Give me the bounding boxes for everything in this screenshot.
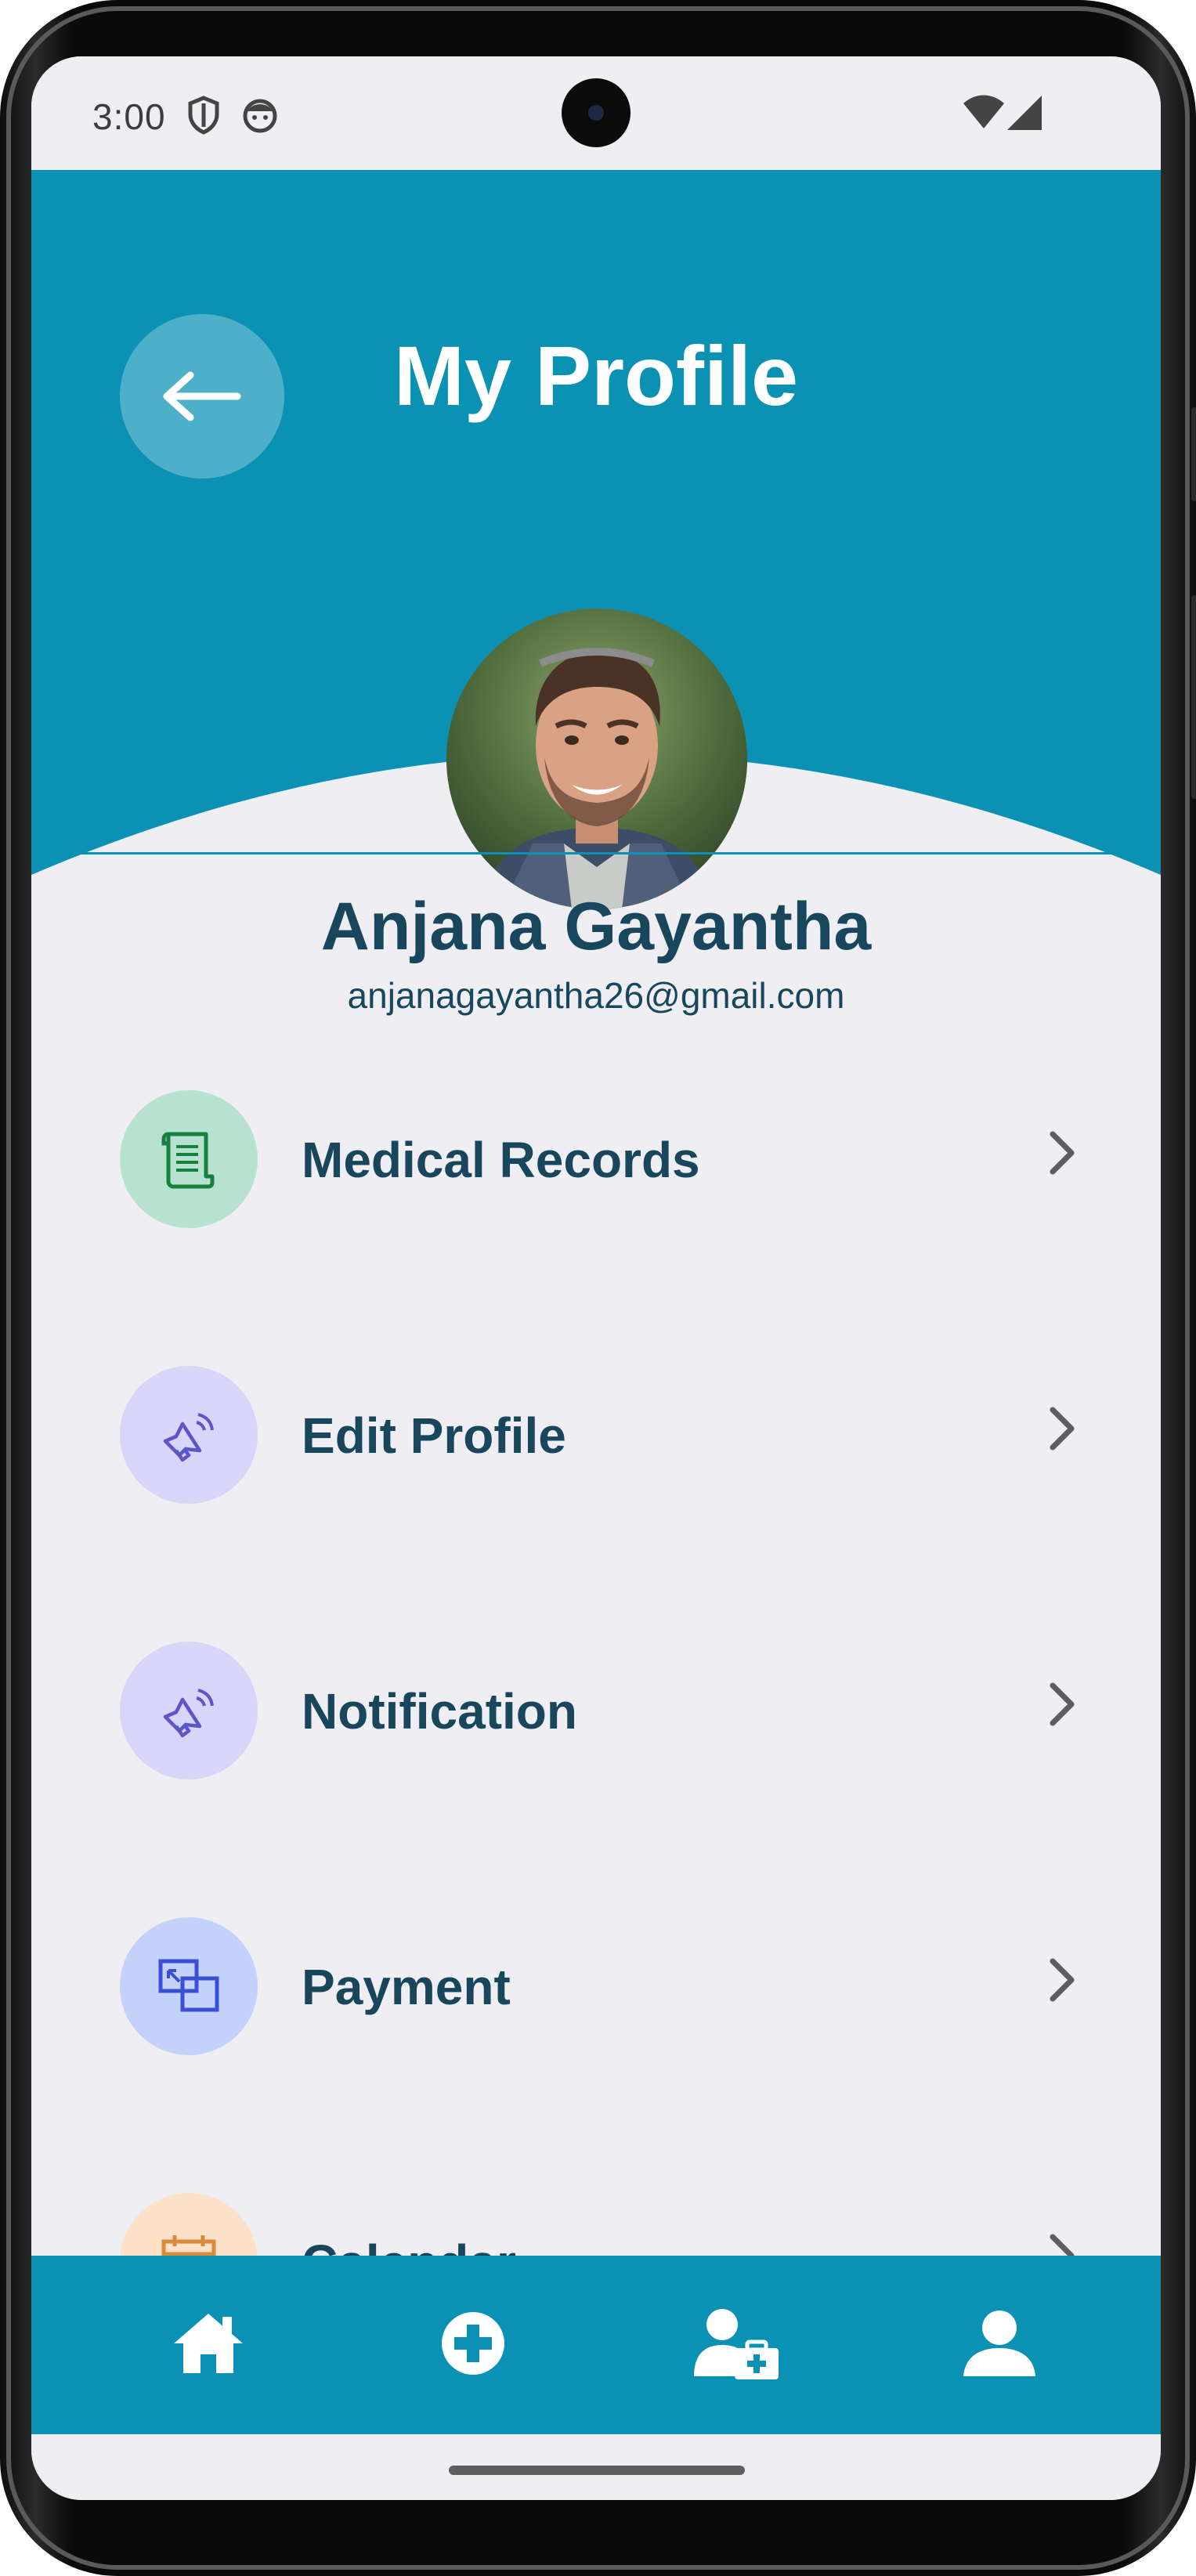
avatar[interactable] [446,609,747,909]
nav-home[interactable] [161,2296,255,2390]
header-divider [31,852,1161,854]
menu-icon-badge [120,1917,258,2055]
phone-frame: 3:00 My Profile Anjana Gayantha anjanaga… [0,0,1196,2576]
status-bar: 3:00 [31,56,1161,170]
page-title: My Profile [393,328,799,423]
wifi-icon [962,94,1006,135]
avatar-photo [446,609,747,909]
menu-item-label: Payment [302,1959,511,2015]
profile-header: My Profile [31,170,1161,914]
menu-item-label: Medical Records [302,1132,700,1188]
home-icon [174,2314,243,2373]
chevron-right-icon [1050,1407,1075,1451]
megaphone-icon [163,1413,214,1462]
menu-item-label: Edit Profile [302,1407,566,1464]
menu-item-payment[interactable]: Payment [31,1917,1161,2105]
status-time: 3:00 [92,96,166,137]
home-indicator[interactable] [449,2466,745,2475]
nav-add[interactable] [426,2296,520,2390]
doctor-icon [694,2309,779,2379]
user-icon [963,2310,1035,2376]
gesture-area [31,2434,1161,2500]
menu-icon-badge [120,1090,258,1228]
menu-item-edit-profile[interactable]: Edit Profile [31,1366,1161,1554]
menu-icon-badge [120,1366,258,1504]
face-icon [241,96,279,139]
front-camera [562,78,631,147]
megaphone-icon [163,1689,214,1738]
menu-item-notification[interactable]: Notification [31,1642,1161,1830]
shield-icon [186,96,221,139]
user-email: anjanagayantha26@gmail.com [347,975,845,1016]
menu-item-medical-records[interactable]: Medical Records [31,1090,1161,1278]
power-button [1191,407,1196,501]
chevron-right-icon [1050,1131,1075,1175]
window-restore-icon [158,1959,219,2012]
user-name: Anjana Gayantha [320,889,872,964]
nav-doctors[interactable] [689,2296,783,2390]
volume-button [1191,595,1196,799]
nav-profile[interactable] [952,2296,1046,2390]
bottom-navigation [31,2256,1161,2434]
menu-icon-badge [120,1642,258,1779]
chevron-right-icon [1050,1958,1075,2002]
document-icon [161,1132,215,1189]
screen: 3:00 My Profile Anjana Gayantha anjanaga… [31,56,1161,2500]
chevron-right-icon [1050,1682,1075,1726]
menu-item-label: Notification [302,1683,577,1740]
add-circle-icon [442,2312,504,2375]
signal-icon [1006,94,1043,135]
